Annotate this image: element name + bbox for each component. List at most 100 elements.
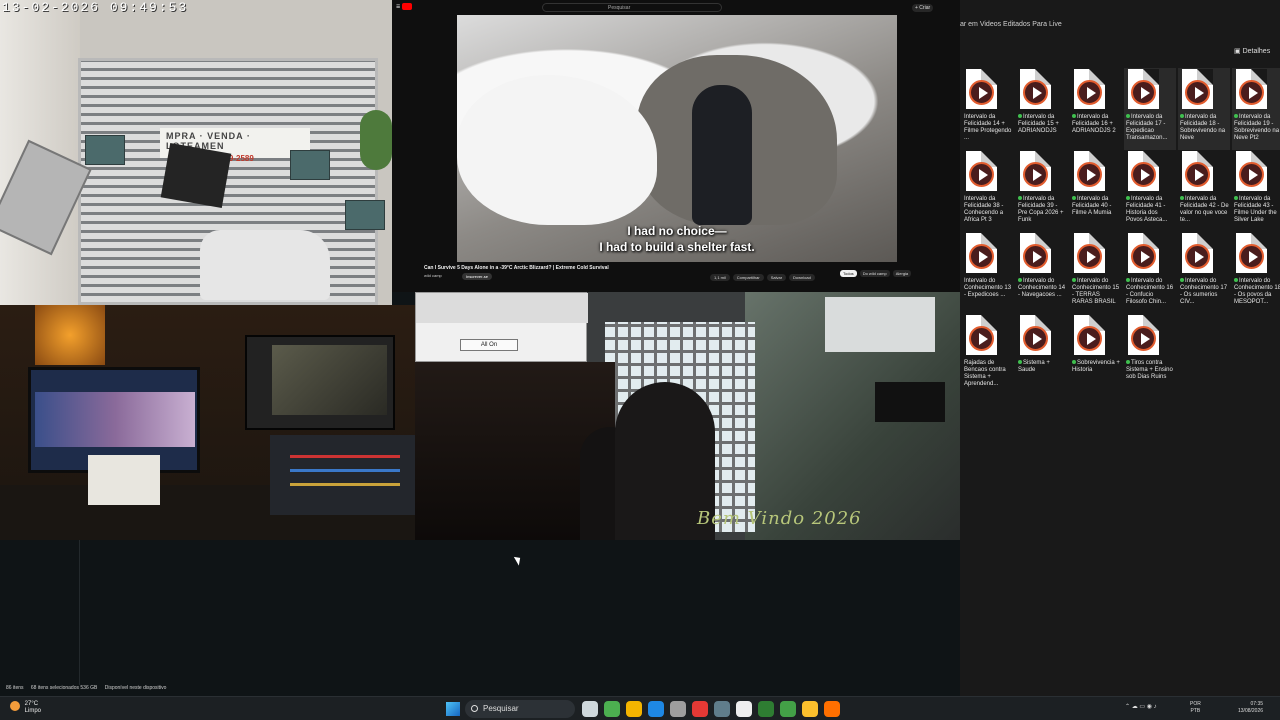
sync-status-icon xyxy=(1018,196,1022,200)
video-file-tile[interactable]: Tiros contra Sistema + Ensino sob Dias R… xyxy=(1124,314,1176,396)
file-name: Intervalo da Felicidade 19 - Sobrevivend… xyxy=(1234,114,1280,141)
clock[interactable]: 07:35 13/08/2026 xyxy=(1238,701,1263,715)
file-name: Intervalo do Conhecimento 14 - Navegacoe… xyxy=(1018,278,1066,298)
video-file-tile[interactable]: Intervalo do Conhecimento 18 - Os povos … xyxy=(1232,232,1280,314)
video-file-tile[interactable]: Sistema + Saude xyxy=(1016,314,1068,396)
video-file-tile[interactable]: Intervalo do Conhecimento 13 - Expedicoe… xyxy=(962,232,1014,314)
subscribe-button[interactable]: Inscrever-se xyxy=(462,273,493,280)
weather-widget[interactable]: 27°C Limpo xyxy=(10,701,41,715)
language-indicator[interactable]: POR PTB xyxy=(1190,701,1201,715)
taskbar-app-icon[interactable] xyxy=(582,701,598,717)
file-name: Intervalo do Conhecimento 16 - Confucio … xyxy=(1126,278,1174,305)
details-button[interactable]: ▣ Detalhes xyxy=(1234,47,1270,55)
sync-status-icon xyxy=(1126,278,1130,282)
snow-boulder xyxy=(457,75,657,225)
video-file-tile[interactable]: Intervalo da Felicidade 17 - Expedicao T… xyxy=(1124,68,1176,150)
taskbar-search[interactable]: Pesquisar xyxy=(465,700,575,718)
file-name: Intervalo do Conhecimento 15 - TERRAS RA… xyxy=(1072,278,1120,305)
taskbar-app-icon[interactable] xyxy=(626,701,642,717)
file-name: Intervalo da Felicidade 14 + Filme Prote… xyxy=(964,114,1012,141)
studio-camera-feed xyxy=(0,305,415,540)
video-file-tile[interactable]: Intervalo do Conhecimento 14 - Navegacoe… xyxy=(1016,232,1068,314)
taskbar-app-icon[interactable] xyxy=(670,701,686,717)
room-camera-feed: All On Bem Vindo 2026 xyxy=(415,292,961,540)
video-player[interactable]: I had no choice— I had to build a shelte… xyxy=(457,15,897,262)
file-label: Rajadas de Bencaos contra Sistema + Apre… xyxy=(964,360,1014,388)
video-file-tile[interactable]: Intervalo do Conhecimento 17 - Os sumeri… xyxy=(1178,232,1230,314)
youtube-search-input[interactable]: Pesquisar xyxy=(542,3,722,12)
video-file-tile[interactable]: Sobrevivencia + Historia xyxy=(1070,314,1122,396)
channel-name[interactable]: wild camp xyxy=(424,273,442,278)
taskbar-app-icon[interactable] xyxy=(692,701,708,717)
file-label: Intervalo da Felicidade 40 - Filme A Mum… xyxy=(1072,196,1122,217)
file-name: Intervalo da Felicidade 17 - Expedicao T… xyxy=(1126,114,1168,141)
selection-info: 68 itens selecionados 536 GB xyxy=(30,685,98,691)
taskbar-app-icon[interactable] xyxy=(758,701,774,717)
taskbar-app-icon[interactable] xyxy=(824,701,840,717)
chip-all[interactable]: Todos xyxy=(840,270,857,277)
video-file-tile[interactable]: Intervalo da Felicidade 43 - Filme Under… xyxy=(1232,150,1280,232)
save-button[interactable]: Salvar xyxy=(766,274,787,281)
chip-channel[interactable]: Do wild camp xyxy=(859,270,890,277)
sync-status-icon xyxy=(1126,114,1130,118)
video-file-tile[interactable]: Intervalo da Felicidade 18 - Sobrevivend… xyxy=(1178,68,1230,150)
monitor-screen xyxy=(35,392,195,447)
video-title: Can I Survive 5 Days Alone in a -39°C Ar… xyxy=(424,265,609,271)
video-file-tile[interactable]: Intervalo da Felicidade 40 - Filme A Mum… xyxy=(1070,150,1122,232)
sync-status-icon xyxy=(1018,278,1022,282)
play-icon xyxy=(969,162,994,187)
file-name: Intervalo da Felicidade 38 - Conhecendo … xyxy=(964,196,1004,223)
taskbar-app-icon[interactable] xyxy=(648,701,664,717)
sync-status-icon xyxy=(1234,196,1238,200)
windows-start-icon[interactable] xyxy=(446,702,460,716)
file-label: Intervalo da Felicidade 39 - Pre Copa 20… xyxy=(1018,196,1068,224)
video-file-tile[interactable]: Intervalo da Felicidade 14 + Filme Prote… xyxy=(962,68,1014,150)
system-tray-icons[interactable]: ⌃ ☁ ▭ ◉ ♪ xyxy=(1125,703,1157,710)
taskbar-app-icon[interactable] xyxy=(714,701,730,717)
youtube-logo[interactable]: ≡ xyxy=(396,3,422,12)
taskbar-app-icon[interactable] xyxy=(604,701,620,717)
video-file-tile[interactable]: Intervalo da Felicidade 38 - Conhecendo … xyxy=(962,150,1014,232)
gate-camera-feed: MPRA · VENDA · LOTEAMEN 866 5899-2589 13… xyxy=(0,0,392,305)
file-name: Sobrevivencia + Historia xyxy=(1072,360,1120,373)
sync-status-icon xyxy=(1018,114,1022,118)
play-icon xyxy=(1077,80,1102,105)
audio-mixer xyxy=(270,435,415,515)
taskbar-app-icon[interactable] xyxy=(736,701,752,717)
file-label: Intervalo do Conhecimento 18 - Os povos … xyxy=(1234,278,1280,306)
play-icon xyxy=(1239,162,1264,187)
taskbar-app-icon[interactable] xyxy=(780,701,796,717)
sync-status-icon xyxy=(1072,114,1076,118)
video-file-tile[interactable]: Intervalo da Felicidade 42 - De valor no… xyxy=(1178,150,1230,232)
all-on-button[interactable]: All On xyxy=(460,339,518,351)
video-file-tile[interactable]: Intervalo do Conhecimento 15 - TERRAS RA… xyxy=(1070,232,1122,314)
video-file-tile[interactable]: Rajadas de Bencaos contra Sistema + Apre… xyxy=(962,314,1014,396)
sync-status-icon xyxy=(1072,360,1076,364)
file-label: Intervalo do Conhecimento 17 - Os sumeri… xyxy=(1180,278,1230,306)
share-button[interactable]: Compartilhar xyxy=(732,274,764,281)
file-label: Intervalo da Felicidade 14 + Filme Prote… xyxy=(964,114,1014,142)
chip-allergy[interactable]: Alergia xyxy=(892,270,912,277)
panel-header xyxy=(416,293,588,323)
download-button[interactable]: Download xyxy=(789,274,815,281)
create-button[interactable]: + Criar xyxy=(912,4,934,12)
camera-timestamp: 13-02-2026 09:49:53 xyxy=(2,0,189,15)
video-file-tile[interactable]: Intervalo do Conhecimento 16 - Confucio … xyxy=(1124,232,1176,314)
video-file-tile[interactable]: Intervalo da Felicidade 19 - Sobrevivend… xyxy=(1232,68,1280,150)
address-bar[interactable]: ar em Videos Editados Para Live xyxy=(960,21,1062,28)
like-button[interactable]: 1,1 mil xyxy=(710,274,730,281)
lang-code: POR xyxy=(1190,701,1201,707)
keyboard-layout: PTB xyxy=(1190,708,1201,714)
video-file-tile[interactable]: Intervalo da Felicidade 39 - Pre Copa 20… xyxy=(1016,150,1068,232)
details-label: Detalhes xyxy=(1242,48,1271,55)
file-label: Intervalo da Felicidade 19 - Sobrevivend… xyxy=(1234,114,1280,142)
mouse-cursor-icon xyxy=(513,554,524,566)
video-file-tile[interactable]: Intervalo da Felicidade 15 + ADRIANODJS xyxy=(1016,68,1068,150)
circuit-board xyxy=(85,135,125,165)
taskbar-app-icon[interactable] xyxy=(802,701,818,717)
file-name: Rajadas de Bencaos contra Sistema + Apre… xyxy=(964,360,1006,387)
youtube-play-icon xyxy=(402,3,413,10)
clock-time: 07:35 xyxy=(1250,701,1264,707)
video-file-tile[interactable]: Intervalo da Felicidade 16 + ADRIANODJS … xyxy=(1070,68,1122,150)
video-file-tile[interactable]: Intervalo da Felicidade 41 - Historia do… xyxy=(1124,150,1176,232)
